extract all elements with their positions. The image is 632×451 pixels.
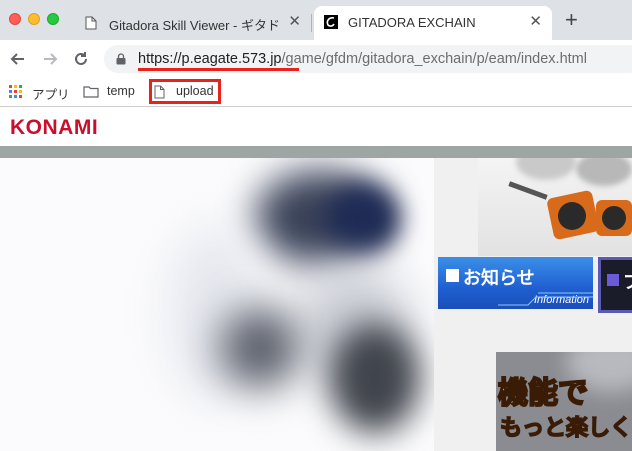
url-underline-annotation	[138, 68, 299, 71]
bookmarks-bar: アプリ temp upload	[0, 78, 632, 107]
tab-title: GITADORA EXCHAIN	[348, 15, 476, 30]
gitadora-favicon-icon	[324, 15, 338, 29]
tab-strip: Gitadora Skill Viewer - ギタドラ ✕ GITADORA …	[0, 0, 632, 40]
promo-banner[interactable]: 機能で もっと楽しく	[496, 352, 632, 451]
url-text: https://p.eagate.573.jp/game/gfdm/gitado…	[138, 51, 587, 67]
dark-menu-banner[interactable]: プ	[598, 257, 632, 313]
apps-grid-icon	[9, 85, 22, 98]
page-icon	[85, 16, 97, 30]
right-panel: お知らせ Information プ 機能で もっと楽しく	[434, 158, 632, 451]
tab-gitadora-exchain[interactable]: GITADORA EXCHAIN ✕	[314, 6, 552, 40]
circuit-lines-icon	[498, 292, 593, 306]
information-banner[interactable]: お知らせ Information	[438, 257, 593, 309]
tab-title: Gitadora Skill Viewer - ギタドラ	[109, 18, 279, 33]
forward-arrow-icon[interactable]	[40, 49, 60, 69]
square-bullet-icon	[446, 269, 459, 282]
window-zoom-button[interactable]	[47, 13, 59, 25]
window-close-button[interactable]	[9, 13, 21, 25]
close-icon[interactable]: ✕	[288, 14, 301, 30]
close-icon[interactable]: ✕	[529, 14, 542, 30]
promo-line-2: もっと楽しく	[499, 414, 632, 441]
folder-icon	[83, 86, 99, 98]
hero-image	[0, 158, 434, 451]
back-arrow-icon[interactable]	[8, 49, 28, 69]
square-bullet-icon	[607, 274, 619, 286]
konami-logo[interactable]: KONAMI	[10, 116, 98, 140]
url-path: /game/gfdm/gitadora_exchain/p/eam/index.…	[281, 51, 587, 67]
window-minimize-button[interactable]	[28, 13, 40, 25]
drum-kit-image	[478, 158, 632, 256]
url-host: https://p.eagate.573.jp	[138, 51, 282, 67]
upload-highlight-annotation	[149, 79, 221, 104]
toolbar: https://p.eagate.573.jp/game/gfdm/gitado…	[0, 40, 632, 78]
lock-icon	[116, 53, 126, 65]
promo-line-1: 機能で	[497, 376, 589, 411]
tab-divider	[311, 14, 312, 32]
dark-banner-text: プ	[623, 268, 632, 294]
bookmark-apps[interactable]: アプリ	[9, 84, 71, 102]
reload-icon[interactable]	[71, 49, 91, 69]
header-band	[0, 146, 632, 158]
bookmark-temp[interactable]: temp	[83, 84, 143, 102]
bookmark-label: アプリ	[32, 88, 70, 102]
tab-gitadora-skill-viewer[interactable]: Gitadora Skill Viewer - ギタドラ ✕	[75, 6, 311, 40]
bookmark-label: temp	[107, 84, 135, 98]
new-tab-button[interactable]: +	[565, 9, 578, 31]
page-content: KONAMI お知らせ Information 機能で もっと楽しく	[0, 108, 632, 451]
